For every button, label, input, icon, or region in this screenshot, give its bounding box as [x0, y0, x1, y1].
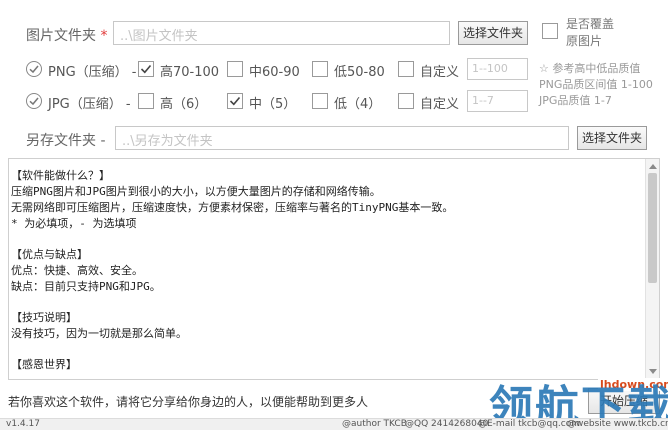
- save-folder-browse-button[interactable]: 选择文件夹: [577, 126, 647, 150]
- png-high-label: 高70-100: [160, 65, 220, 80]
- share-text: 若你喜欢这个软件，请将它分享给你身边的人，以便能帮助到更多人: [8, 395, 369, 409]
- save-folder-label: 另存文件夹 -: [26, 133, 106, 149]
- image-folder-label: 图片文件夹 *: [26, 28, 108, 44]
- website-text: @website www.tkcb.cn: [567, 419, 668, 429]
- jpg-high-label: 高（6）: [160, 97, 208, 112]
- png-custom-input[interactable]: 1--100: [467, 58, 528, 80]
- quality-hint: ☆ 参考高中低品质值 PNG品质区间值 1-100 JPG品质值 1-7: [539, 62, 653, 107]
- description-line: 【感恩世界】: [11, 358, 77, 371]
- save-folder-input[interactable]: ..\另存为文件夹: [115, 126, 569, 150]
- check-icon: [29, 97, 39, 106]
- description-textarea[interactable]: 【软件能做什么？】 压缩PNG图片和JPG图片到很小的大小，以方便大量图片的存储…: [8, 158, 660, 380]
- png-low-checkbox[interactable]: [312, 61, 328, 77]
- jpg-medium-label: 中（5）: [249, 97, 297, 112]
- description-line: * 为必填项，- 为选填项: [11, 217, 137, 230]
- png-high-checkbox[interactable]: [138, 61, 154, 77]
- jpg-radio[interactable]: [26, 93, 42, 109]
- jpg-label: JPG（压缩） -: [48, 97, 131, 112]
- description-line: 缺点：目前只支持PNG和JPG。: [11, 280, 161, 293]
- version-text: v1.4.17: [6, 419, 40, 429]
- description-line: 没有技巧，因为一切就是那么简单。: [11, 327, 187, 340]
- jpg-custom-checkbox[interactable]: [398, 93, 414, 109]
- description-line: 无需网络即可压缩图片，压缩速度快，方便素材保密，压缩率与著名的TinyPNG基本…: [11, 201, 454, 214]
- jpg-medium-checkbox[interactable]: [227, 93, 243, 109]
- overwrite-checkbox[interactable]: [542, 23, 558, 39]
- check-icon: [229, 96, 241, 106]
- description-line: 【优点与缺点】: [11, 248, 88, 261]
- overwrite-label: 是否覆盖 原图片: [566, 17, 615, 48]
- check-icon: [29, 65, 39, 74]
- png-medium-label: 中60-90: [249, 65, 300, 80]
- author-text: @author TKCB: [342, 419, 407, 429]
- png-radio[interactable]: [26, 61, 42, 77]
- description-scrollbar[interactable]: [645, 159, 659, 379]
- jpg-low-checkbox[interactable]: [312, 93, 328, 109]
- description-line: 【软件能做什么？】: [11, 169, 110, 182]
- qq-text: @QQ 2414268040: [405, 419, 489, 429]
- scroll-up-icon[interactable]: [649, 163, 657, 169]
- png-custom-label: 自定义: [420, 65, 460, 80]
- png-custom-checkbox[interactable]: [398, 61, 414, 77]
- jpg-high-checkbox[interactable]: [138, 93, 154, 109]
- jpg-custom-input[interactable]: 1--7: [467, 90, 528, 112]
- png-medium-checkbox[interactable]: [227, 61, 243, 77]
- statusbar: v1.4.17 @author TKCB @QQ 2414268040 @E-m…: [0, 418, 668, 430]
- email-text: @E-mail tkcb@qq.com: [478, 419, 580, 429]
- image-folder-browse-button[interactable]: 选择文件夹: [458, 21, 528, 45]
- jpg-custom-label: 自定义: [420, 97, 460, 112]
- image-folder-input[interactable]: ..\图片文件夹: [113, 21, 450, 45]
- description-line: 优点：快捷、高效、安全。: [11, 264, 143, 277]
- png-label: PNG（压缩） -: [48, 65, 137, 80]
- scrollbar-thumb[interactable]: [648, 173, 657, 283]
- description-line: 【技巧说明】: [11, 311, 77, 324]
- description-line: 压缩PNG图片和JPG图片到很小的大小，以方便大量图片的存储和网络传输。: [11, 185, 381, 198]
- jpg-low-label: 低（4）: [334, 97, 382, 112]
- required-mark: *: [100, 28, 108, 44]
- check-icon: [140, 64, 152, 74]
- png-low-label: 低50-80: [334, 65, 385, 80]
